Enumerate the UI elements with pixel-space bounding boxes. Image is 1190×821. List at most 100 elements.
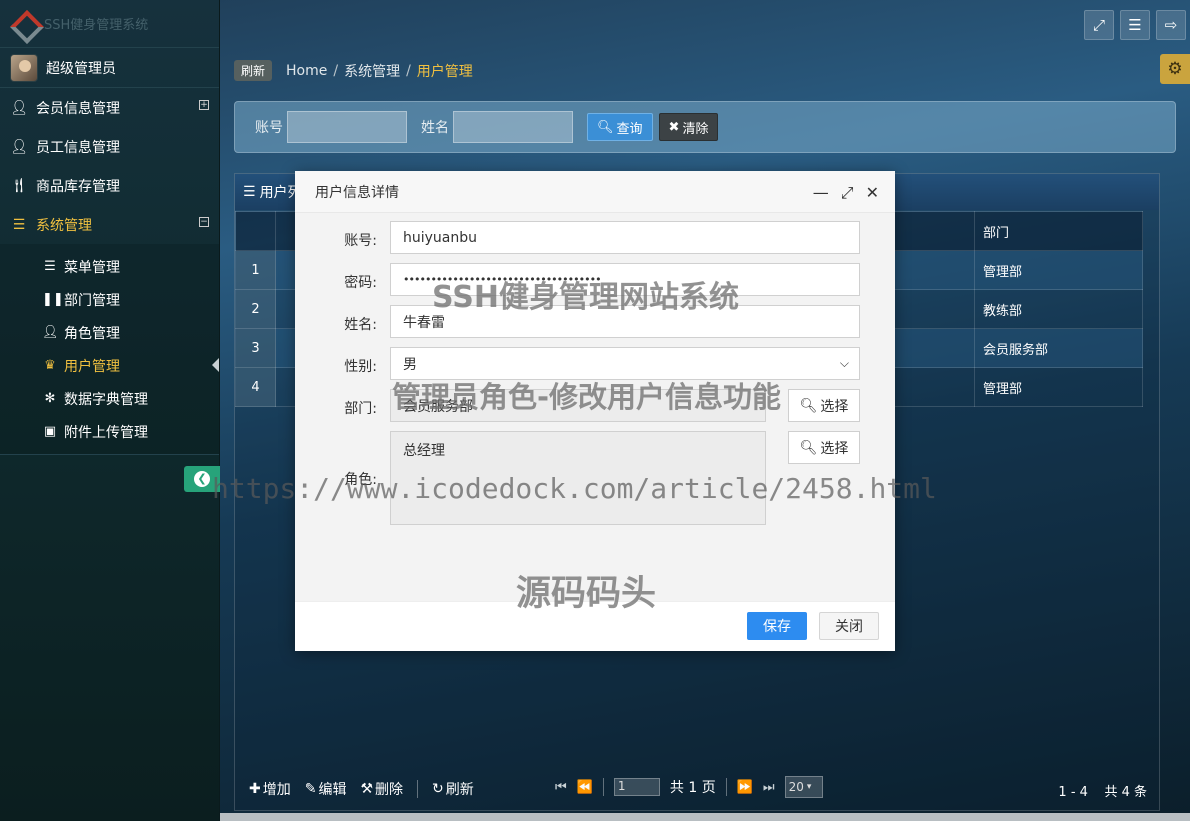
menu-item-member-info[interactable]: 👤︎ 会员信息管理 + bbox=[0, 88, 219, 127]
page-number-input[interactable]: 1 bbox=[614, 778, 660, 796]
menu-item-system[interactable]: ☰ 系统管理 − bbox=[0, 205, 219, 244]
trash-icon: ⚒ bbox=[360, 781, 373, 797]
sub-item-label: 部门管理 bbox=[64, 290, 120, 310]
page-size-select[interactable]: 20 ▾ bbox=[785, 776, 823, 798]
list-icon: ☰ bbox=[243, 184, 256, 200]
name-search-input[interactable] bbox=[453, 111, 573, 143]
breadcrumb-current: 用户管理 bbox=[417, 61, 473, 81]
delete-button[interactable]: ⚒ 删除 bbox=[360, 779, 403, 799]
list-icon: ☰ bbox=[42, 259, 58, 274]
fullscreen-icon: ⤢ bbox=[1093, 16, 1105, 34]
cutlery-icon: 🍴︎ bbox=[10, 178, 28, 194]
menu-button[interactable]: ☰ bbox=[1120, 10, 1150, 40]
dept-cell[interactable]: 管理部 bbox=[975, 368, 1143, 407]
sub-item-user[interactable]: ♛ 用户管理 bbox=[0, 349, 219, 382]
asterisk-icon: ✻ bbox=[42, 391, 58, 406]
gender-field-label: 性别: bbox=[317, 356, 377, 376]
dialog-controls: — ⤢ ✕ bbox=[813, 183, 879, 203]
dialog-title-bar[interactable]: 用户信息详情 — ⤢ ✕ bbox=[295, 171, 895, 213]
search-panel: 账号 姓名 🔍︎ 查询 ✖ 清除 bbox=[234, 101, 1176, 153]
grid-footer: ✚ 增加 ✎ 编辑 ⚒ 删除 ↻ 刷新 ⏮ ⏪ 1 共 1 页 ⏩ ⏭ 20 bbox=[235, 768, 1159, 810]
breadcrumb-separator: / bbox=[333, 63, 338, 79]
settings-button[interactable]: ⚙ bbox=[1160, 54, 1190, 84]
collapse-icon[interactable]: − bbox=[199, 217, 209, 227]
pager-divider bbox=[726, 778, 727, 796]
account-label: 账号 bbox=[255, 117, 283, 137]
logout-button[interactable]: ⇨ bbox=[1156, 10, 1186, 40]
sub-item-dictionary[interactable]: ✻ 数据字典管理 bbox=[0, 382, 219, 415]
gear-icon: ⚙ bbox=[1167, 59, 1182, 79]
pause-icon: ❚❚ bbox=[42, 292, 58, 307]
last-page-icon[interactable]: ⏭ bbox=[763, 780, 775, 795]
add-button[interactable]: ✚ 增加 bbox=[249, 779, 291, 799]
pager-divider bbox=[603, 778, 604, 796]
account-search-input[interactable] bbox=[287, 111, 407, 143]
user-icon: 👤︎ bbox=[10, 139, 28, 155]
close-icon[interactable]: ✕ bbox=[866, 183, 879, 203]
search-icon: 🔍︎ bbox=[800, 398, 818, 414]
refresh-badge[interactable]: 刷新 bbox=[234, 60, 272, 81]
expand-icon[interactable]: + bbox=[199, 100, 209, 110]
sub-item-attachment[interactable]: ▣ 附件上传管理 bbox=[0, 415, 219, 448]
system-submenu: ☰ 菜单管理 ❚❚ 部门管理 👤︎ 角色管理 ♛ 用户管理 ✻ 数据字典管理 ▣… bbox=[0, 244, 219, 455]
menu-item-staff-info[interactable]: 👤︎ 员工信息管理 bbox=[0, 127, 219, 166]
menu-item-label: 员工信息管理 bbox=[36, 137, 120, 157]
logo-bar: SSH健身管理系统 bbox=[0, 0, 219, 48]
sub-item-dept[interactable]: ❚❚ 部门管理 bbox=[0, 283, 219, 316]
user-name[interactable]: 超级管理员 bbox=[46, 58, 116, 78]
next-page-icon[interactable]: ⏩ bbox=[737, 780, 753, 795]
pager: ⏮ ⏪ 1 共 1 页 ⏩ ⏭ 20 ▾ bbox=[555, 776, 823, 798]
breadcrumb-home[interactable]: Home bbox=[286, 63, 327, 79]
dept-select-button[interactable]: 🔍︎ 选择 bbox=[788, 389, 860, 422]
refresh-button[interactable]: ↻ 刷新 bbox=[432, 779, 474, 799]
clear-button[interactable]: ✖ 清除 bbox=[659, 113, 719, 141]
logo-icon bbox=[12, 13, 38, 35]
role-select-button[interactable]: 🔍︎ 选择 bbox=[788, 431, 860, 464]
breadcrumb-separator: / bbox=[406, 63, 411, 79]
refresh-icon: ↻ bbox=[432, 781, 444, 797]
dept-cell[interactable]: 会员服务部 bbox=[975, 329, 1143, 368]
delete-label: 删除 bbox=[375, 779, 403, 799]
dept-cell[interactable]: 管理部 bbox=[975, 251, 1143, 290]
pick-label: 选择 bbox=[820, 396, 848, 416]
dept-field-label: 部门: bbox=[317, 398, 377, 418]
sub-item-label: 数据字典管理 bbox=[64, 389, 148, 409]
row-number: 3 bbox=[236, 329, 276, 368]
chevron-down-icon: ▾ bbox=[807, 782, 812, 792]
logo-text: SSH健身管理系统 bbox=[44, 14, 148, 33]
dept-cell[interactable]: 教练部 bbox=[975, 290, 1143, 329]
minimize-icon[interactable]: — bbox=[813, 183, 829, 203]
user-bar[interactable]: 超级管理员 bbox=[0, 48, 219, 88]
query-button[interactable]: 🔍︎ 查询 bbox=[587, 113, 653, 141]
account-field[interactable]: huiyuanbu bbox=[390, 221, 860, 254]
edit-label: 编辑 bbox=[318, 779, 346, 799]
edit-icon: ✎ bbox=[305, 781, 317, 797]
bottom-scrollbar[interactable] bbox=[220, 813, 1190, 821]
edit-button[interactable]: ✎ 编辑 bbox=[305, 779, 347, 799]
menu-item-label: 系统管理 bbox=[36, 215, 92, 235]
refresh-label: 刷新 bbox=[446, 779, 474, 799]
sub-item-menu[interactable]: ☰ 菜单管理 bbox=[0, 250, 219, 283]
dept-header[interactable]: 部门 bbox=[975, 212, 1143, 251]
name-label: 姓名 bbox=[421, 117, 449, 137]
sub-item-label: 附件上传管理 bbox=[64, 422, 148, 442]
maximize-icon[interactable]: ⤢ bbox=[841, 183, 854, 203]
name-field-label: 姓名: bbox=[317, 314, 377, 334]
avatar[interactable] bbox=[10, 54, 38, 82]
breadcrumb-system[interactable]: 系统管理 bbox=[344, 61, 400, 81]
prev-page-icon[interactable]: ⏪ bbox=[577, 780, 593, 795]
close-button[interactable]: 关闭 bbox=[819, 612, 879, 640]
fullscreen-button[interactable]: ⤢ bbox=[1084, 10, 1114, 40]
watermark-subtitle: 管理员角色-修改用户信息功能 bbox=[392, 374, 781, 416]
first-page-icon[interactable]: ⏮ bbox=[555, 780, 567, 795]
search-icon: 🔍︎ bbox=[597, 120, 614, 135]
account-field-label: 账号: bbox=[317, 230, 377, 250]
save-button[interactable]: 保存 bbox=[747, 612, 807, 640]
user-icon: 👤︎ bbox=[42, 325, 58, 340]
query-label: 查询 bbox=[617, 118, 643, 137]
menu-item-inventory[interactable]: 🍴︎ 商品库存管理 bbox=[0, 166, 219, 205]
logout-icon: ⇨ bbox=[1165, 16, 1178, 34]
row-number: 4 bbox=[236, 368, 276, 407]
sub-item-role[interactable]: 👤︎ 角色管理 bbox=[0, 316, 219, 349]
list-icon: ☰ bbox=[10, 217, 28, 233]
